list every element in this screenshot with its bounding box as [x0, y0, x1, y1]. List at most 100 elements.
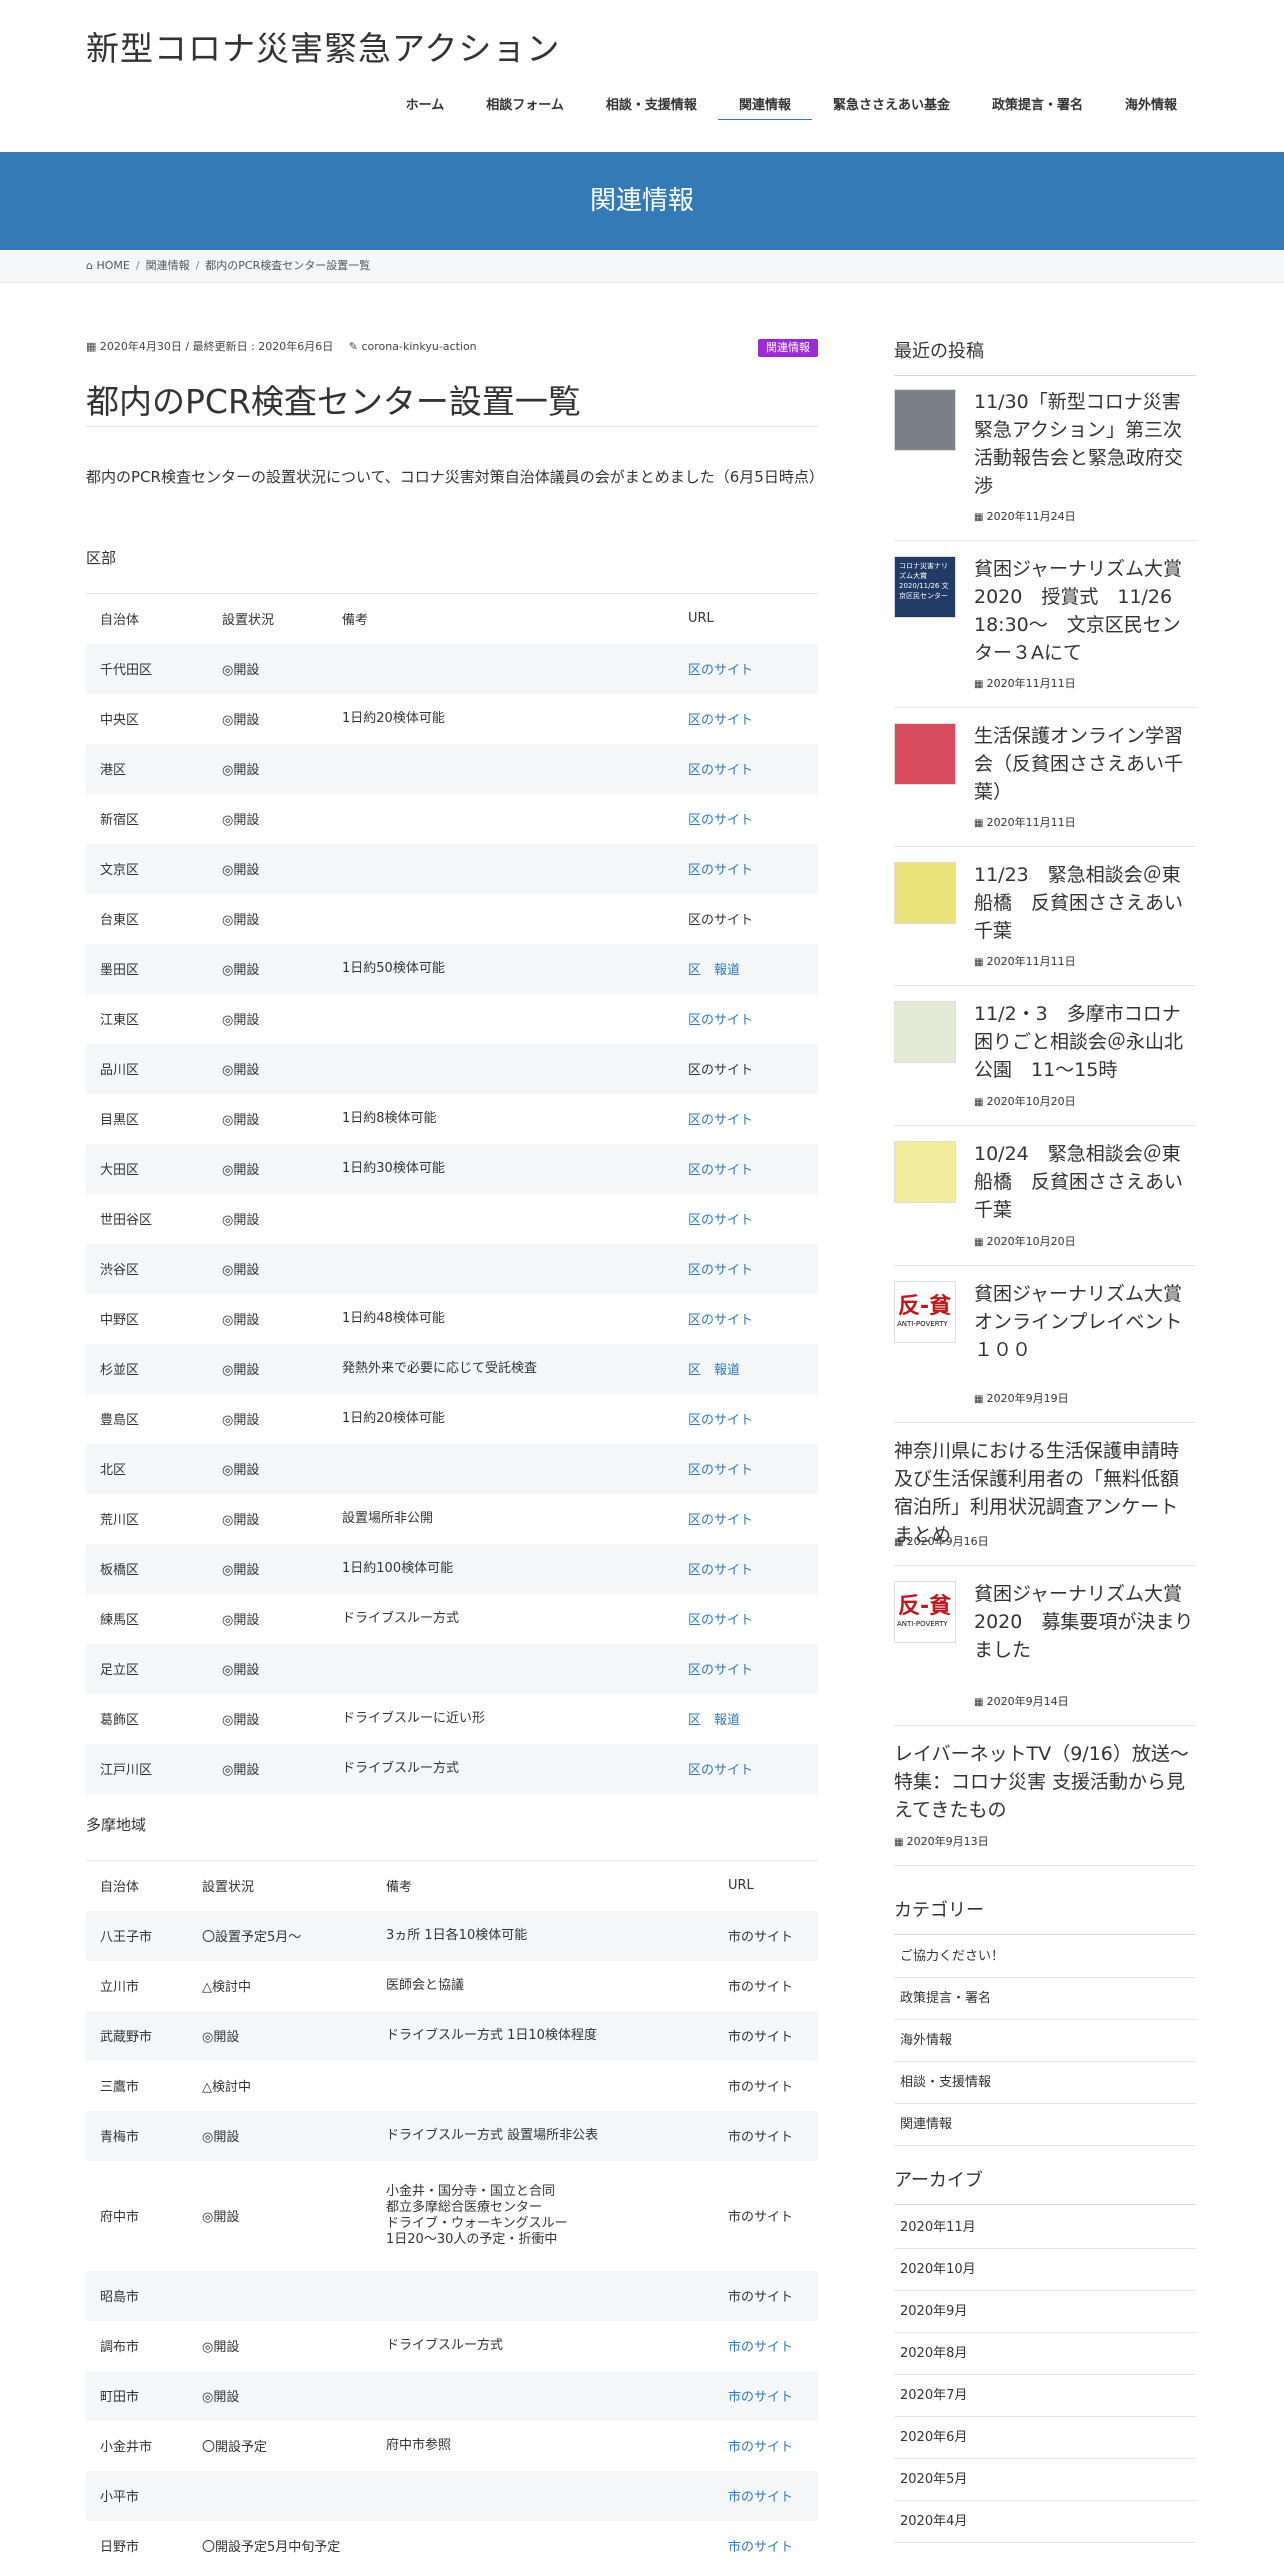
nav-item-6[interactable]: 海外情報 [1104, 94, 1198, 134]
ku-row: 文京区 ◎開設 区のサイト [86, 843, 818, 894]
nav-item-2[interactable]: 相談・支援情報 [585, 94, 718, 134]
post-thumbnail[interactable] [894, 862, 956, 924]
category-badge[interactable]: 関連情報 [758, 339, 818, 357]
archive-item[interactable]: 2020年7月 [894, 2375, 1196, 2417]
category-item[interactable]: ご協力ください！ [894, 1936, 1196, 1978]
tama-url-link[interactable]: 市のサイト [714, 2111, 818, 2161]
tama-row: 昭島市 市のサイト [86, 2270, 818, 2321]
ku-cell: ◎開設 [222, 1663, 260, 1678]
recent-post[interactable]: 反-貧 ANTI-POVERTY 貧困ジャーナリズム大賞2020 募集要項が決まりま… [894, 1566, 1196, 1726]
site-title[interactable]: 新型コロナ災害緊急アクション [86, 22, 560, 70]
recent-post-title[interactable]: 生活保護オンライン学習会（反貧困ささえあい千葉） [974, 722, 1196, 806]
archive-item[interactable]: 2020年8月 [894, 2333, 1196, 2375]
ku-url-link[interactable]: 区のサイト [674, 894, 818, 944]
post-thumbnail[interactable] [894, 723, 956, 785]
ku-url-link[interactable]: 区のサイト [674, 1544, 818, 1594]
ku-url-link[interactable]: 区のサイト [674, 1594, 818, 1644]
category-item[interactable]: 相談・支援情報 [894, 2062, 1196, 2104]
post-thumbnail[interactable]: 反-貧 ANTI-POVERTY [894, 1281, 956, 1343]
divider [86, 426, 818, 427]
ku-table: 自治体 設置状況 備考 URL 千代田区 ◎開設 区のサイト 中央区 ◎開設 1日約20検体可能区… [86, 593, 818, 1794]
archive-item[interactable]: 2020年4月 [894, 2501, 1196, 2543]
ku-url-link[interactable]: 区のサイト [674, 1294, 818, 1344]
tama-url-link[interactable]: 市のサイト [714, 2521, 818, 2571]
category-item[interactable]: 政策提言・署名 [894, 1978, 1196, 2020]
ku-url-link[interactable]: 区のサイト [674, 994, 818, 1044]
archive-item[interactable]: 2020年11月 [894, 2207, 1196, 2249]
recent-post[interactable]: 生活保護オンライン学習会（反貧困ささえあい千葉） 2020年11月11日 [894, 708, 1196, 847]
tama-header-cell: 設置状況 [202, 1880, 255, 1896]
recent-post-title[interactable]: 11/30「新型コロナ災害緊急アクション」第三次活動報告会と緊急政府交渉 [974, 388, 1196, 500]
recent-post-title[interactable]: 貧困ジャーナリズム大賞2020 授賞式 11/26 18:30～ 文京区民センタ… [974, 555, 1196, 667]
post-thumbnail[interactable] [894, 1001, 956, 1063]
tama-cell: ◎開設 [202, 2130, 240, 2145]
category-title: カテゴリー [894, 1896, 1196, 1935]
ku-cell: ◎開設 [222, 663, 260, 678]
tama-url-link[interactable]: 市のサイト [714, 2471, 818, 2521]
archive-item[interactable]: 2020年6月 [894, 2417, 1196, 2459]
nav-item-4[interactable]: 緊急ささえあい基金 [812, 94, 971, 134]
recent-post[interactable]: 神奈川県における生活保護申請時及び生活保護利用者の「無料低額宿泊所」利用状況調査… [894, 1423, 1196, 1566]
archive-item[interactable]: 2020年10月 [894, 2249, 1196, 2291]
nav-item-5[interactable]: 政策提言・署名 [971, 94, 1104, 134]
ku-url-link[interactable]: 区のサイト [674, 694, 818, 744]
ku-url-link[interactable]: 区のサイト [674, 1494, 818, 1544]
recent-post-title[interactable]: 11/2・3 多摩市コロナ困りごと相談会＠永山北公園 11～15時 [974, 1000, 1196, 1084]
tama-url-link[interactable]: 市のサイト [714, 2271, 818, 2321]
tama-url-link[interactable]: 市のサイト [714, 1911, 818, 1961]
ku-url-link[interactable]: 区のサイト [674, 844, 818, 894]
tama-url-link[interactable]: 市のサイト [714, 2321, 818, 2371]
recent-post[interactable]: コロナ災害ナリズム大賞2020/11/26 文京区民センター 貧困ジャーナリズム大… [894, 541, 1196, 708]
ku-cell: 1日約20検体可能 [342, 710, 445, 726]
post-thumbnail[interactable]: 反-貧 ANTI-POVERTY [894, 1581, 956, 1643]
recent-post[interactable]: 反-貧 ANTI-POVERTY 貧困ジャーナリズム大賞オンラインプレイベント１００… [894, 1266, 1196, 1423]
category-item[interactable]: 海外情報 [894, 2020, 1196, 2062]
tama-url-link[interactable]: 市のサイト [714, 2421, 818, 2471]
home-icon[interactable]: ⌂ [86, 259, 96, 272]
tama-cell: △検討中 [202, 2080, 251, 2095]
category-item[interactable]: 関連情報 [894, 2104, 1196, 2146]
nav-item-3[interactable]: 関連情報 [717, 94, 812, 134]
tama-url-link[interactable]: 市のサイト [714, 1961, 818, 2011]
archive-item[interactable]: 2020年5月 [894, 2459, 1196, 2501]
nav-item-0[interactable]: ホーム [385, 94, 466, 134]
recent-post[interactable]: 11/23 緊急相談会＠東船橋 反貧困ささえあい千葉 2020年11月11日 [894, 847, 1196, 986]
recent-post-title[interactable]: 10/24 緊急相談会＠東船橋 反貧困ささえあい千葉 [974, 1140, 1196, 1224]
ku-url-link[interactable]: 区のサイト [674, 1644, 818, 1694]
ku-url-link[interactable]: 区のサイト [674, 1394, 818, 1444]
ku-url-link[interactable]: 区のサイト [674, 1194, 818, 1244]
ku-cell: 千代田区 [100, 663, 153, 678]
ku-url-link[interactable]: 区のサイト [674, 1244, 818, 1294]
ku-url-link[interactable]: 区のサイト [674, 744, 818, 794]
breadcrumb-parent[interactable]: 関連情報 [146, 259, 190, 272]
recent-post-title[interactable]: 貧困ジャーナリズム大賞2020 募集要項が決まりました [974, 1580, 1196, 1664]
nav-item-1[interactable]: 相談フォーム [465, 94, 585, 134]
recent-post[interactable]: 10/24 緊急相談会＠東船橋 反貧困ささえあい千葉 2020年10月20日 [894, 1126, 1196, 1266]
ku-url-link[interactable]: 区のサイト [674, 1144, 818, 1194]
tama-url-link[interactable]: 市のサイト [714, 2161, 818, 2271]
ku-cell: 1日約30検体可能 [342, 1160, 445, 1176]
breadcrumb-home[interactable]: HOME [96, 259, 129, 272]
ku-url-link[interactable]: 区のサイト [674, 1444, 818, 1494]
ku-url-link[interactable]: 区のサイト [674, 1744, 818, 1794]
recent-post-title[interactable]: 貧困ジャーナリズム大賞オンラインプレイベント１００ [974, 1280, 1196, 1364]
ku-url-link[interactable]: 区のサイト [674, 1044, 818, 1094]
recent-post[interactable]: 11/2・3 多摩市コロナ困りごと相談会＠永山北公園 11～15時 2020年10… [894, 986, 1196, 1126]
post-thumbnail[interactable] [894, 389, 956, 451]
ku-url-link[interactable]: 区のサイト [674, 794, 818, 844]
archive-item[interactable]: 2020年9月 [894, 2291, 1196, 2333]
recent-post-title[interactable]: 11/23 緊急相談会＠東船橋 反貧困ささえあい千葉 [974, 861, 1196, 945]
recent-post-title[interactable]: レイバーネットTV（9/16）放送〜特集：コロナ災害 支援活動から見えてきたもの [894, 1740, 1196, 1824]
tama-url-link[interactable]: 市のサイト [714, 2061, 818, 2111]
tama-url-link[interactable]: 市のサイト [714, 2011, 818, 2061]
post-thumbnail[interactable] [894, 1141, 956, 1203]
tama-url-link[interactable]: 市のサイト [714, 2371, 818, 2421]
ku-url-link[interactable]: 区のサイト [674, 1094, 818, 1144]
ku-url-link[interactable]: 区 報道 [674, 944, 818, 994]
ku-url-link[interactable]: 区 報道 [674, 1344, 818, 1394]
recent-post[interactable]: レイバーネットTV（9/16）放送〜特集：コロナ災害 支援活動から見えてきたもの… [894, 1726, 1196, 1866]
post-thumbnail[interactable]: コロナ災害ナリズム大賞2020/11/26 文京区民センター [894, 556, 956, 618]
ku-url-link[interactable]: 区のサイト [674, 644, 818, 694]
recent-post[interactable]: 11/30「新型コロナ災害緊急アクション」第三次活動報告会と緊急政府交渉 2020… [894, 374, 1196, 541]
ku-url-link[interactable]: 区 報道 [674, 1694, 818, 1744]
